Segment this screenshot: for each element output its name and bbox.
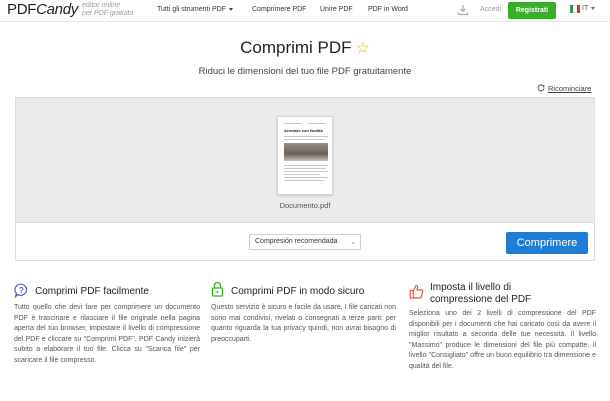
login-link[interactable]: Accedi — [480, 6, 501, 13]
compression-level-select[interactable]: Compresión recomendada ⌄ — [249, 234, 361, 250]
italian-flag-icon[interactable] — [570, 5, 580, 13]
register-button[interactable]: Registrati — [508, 2, 556, 19]
logo-tagline: editor online per PDF gratuito — [82, 2, 134, 17]
nav-pdf-to-word[interactable]: PDF in Word — [368, 6, 408, 13]
page-subtitle: Riduci le dimensioni del tuo file PDF gr… — [198, 66, 412, 77]
nav-all-tools[interactable]: Tutti gli strumenti PDF — [157, 6, 233, 13]
page-title: Comprimi PDF ☆ — [240, 38, 370, 57]
file-name: Documento.pdf — [279, 201, 331, 210]
restart-link[interactable]: Ricominciare — [537, 84, 591, 93]
feature-title-level: Imposta il livello di compressione del P… — [430, 282, 532, 305]
preview-heading: Arredare con facilità — [284, 128, 323, 133]
question-bubble-icon: ? — [14, 283, 28, 298]
feature-title-easy: Comprimi PDF facilmente — [35, 286, 149, 297]
refresh-icon — [537, 84, 545, 92]
feature-text-secure: Questo servizio è sicuro e facile da usa… — [211, 304, 396, 343]
compress-button[interactable]: Comprimere — [506, 232, 588, 254]
nav-compress-pdf[interactable]: Comprimere PDF — [252, 6, 306, 13]
svg-text:?: ? — [19, 286, 24, 295]
chevron-down-icon — [228, 7, 233, 11]
language-selector[interactable]: IT — [582, 5, 596, 12]
lock-icon — [211, 281, 224, 297]
thumbs-up-icon — [409, 284, 424, 299]
feature-title-secure: Comprimi PDF in modo sicuro — [231, 286, 365, 297]
pdf-preview-thumbnail[interactable]: Arredare con facilità — [277, 116, 333, 195]
feature-text-easy: Tutto quello che devi fare per comprimer… — [14, 304, 200, 364]
chevron-down-icon — [591, 6, 596, 10]
top-navigation-bar: PDFCandy editor online per PDF gratuito … — [0, 0, 610, 22]
chevron-down-icon: ⌄ — [350, 239, 356, 246]
star-icon[interactable]: ☆ — [356, 40, 370, 57]
pdfcandy-logo[interactable]: PDFCandy — [7, 1, 78, 18]
download-icon[interactable] — [457, 4, 469, 16]
nav-merge-pdf[interactable]: Unire PDF — [320, 6, 353, 13]
preview-image — [284, 143, 328, 161]
feature-text-level: Seleziona uno dei 2 livelli di compressi… — [409, 310, 596, 370]
